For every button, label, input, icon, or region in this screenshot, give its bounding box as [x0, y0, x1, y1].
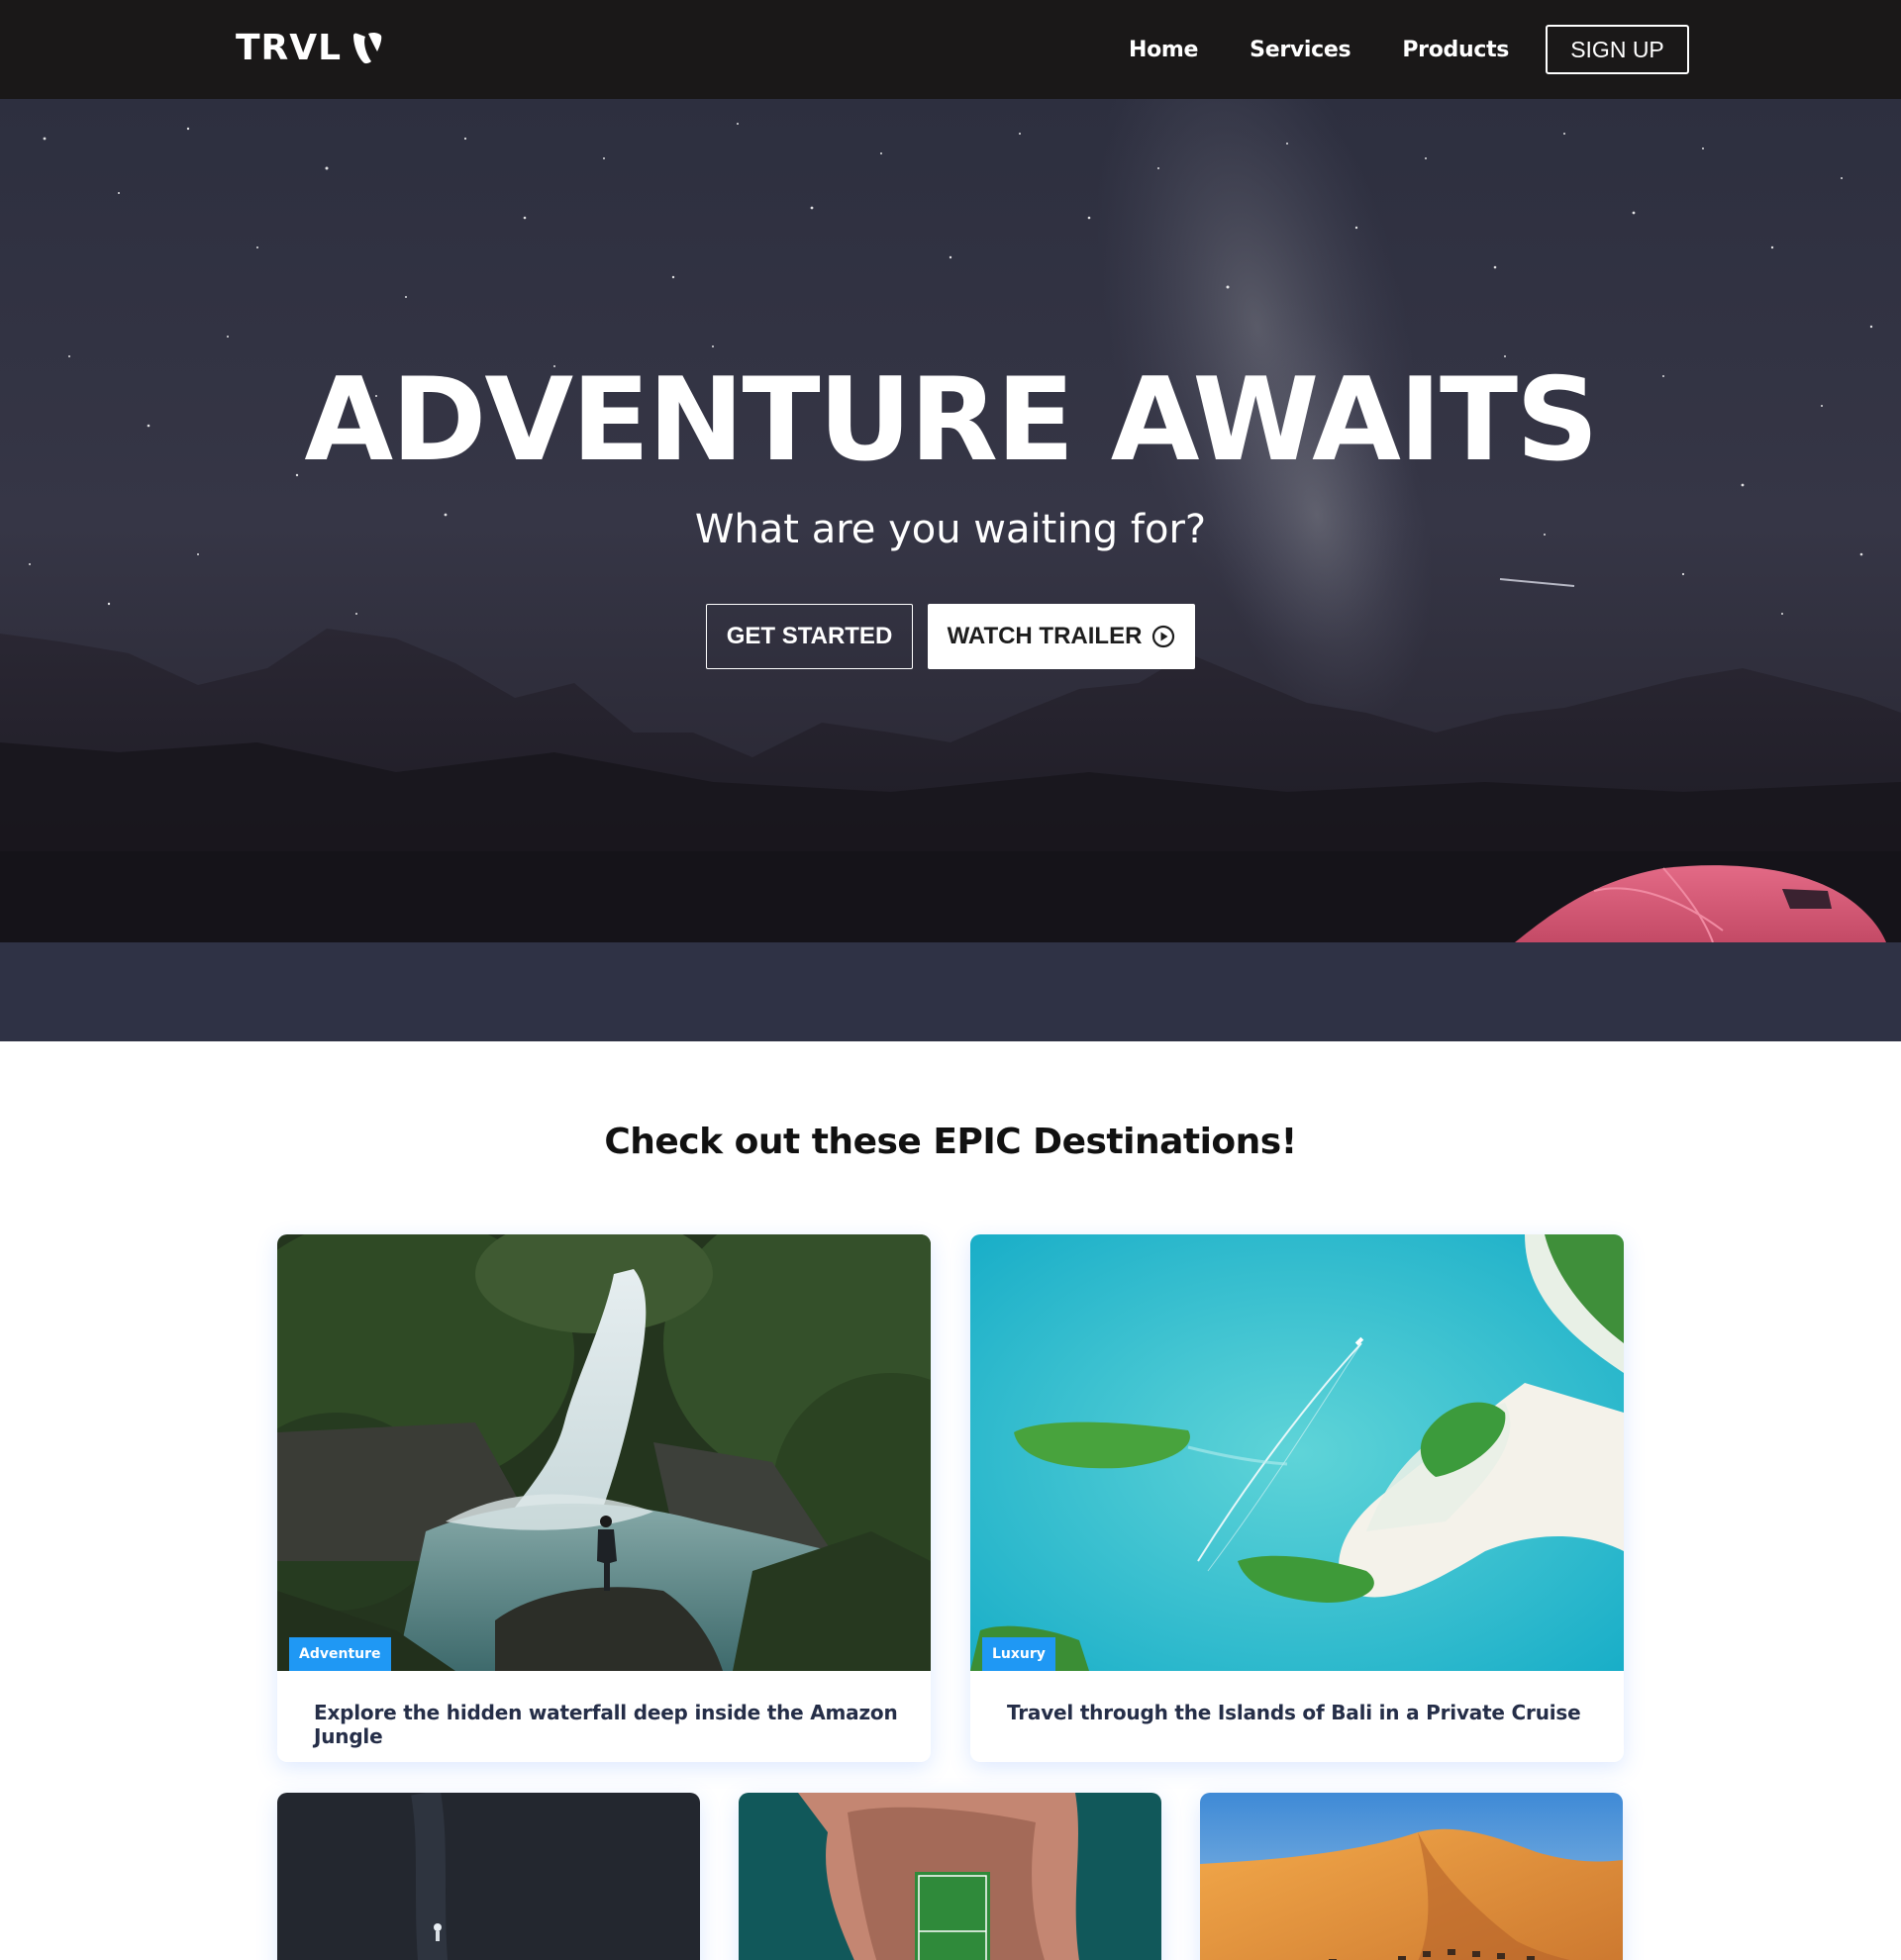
card-image-sea [277, 1793, 700, 1960]
hero-subtitle: What are you waiting for? [694, 507, 1207, 552]
nav-link-home[interactable]: Home [1129, 38, 1198, 62]
get-started-button[interactable]: GET STARTED [706, 604, 913, 669]
card-image-waterfall [277, 1234, 931, 1671]
card-image-stadium [739, 1793, 1161, 1960]
logo-text: TRVL [236, 28, 343, 68]
destination-card-desert[interactable] [1200, 1793, 1623, 1960]
destination-card-stadium[interactable] [739, 1793, 1161, 1960]
navbar: TRVL Home Services Products SIGN UP [0, 0, 1901, 99]
sign-up-button[interactable]: SIGN UP [1546, 25, 1689, 74]
destination-card-waterfall[interactable]: Adventure Explore the hidden waterfall d… [277, 1234, 931, 1762]
card-description: Explore the hidden waterfall deep inside… [314, 1701, 898, 1748]
logo[interactable]: TRVL [236, 28, 383, 68]
destination-card-islands[interactable]: Luxury Travel through the Islands of Bal… [970, 1234, 1624, 1762]
card-image-islands [970, 1234, 1624, 1671]
card-image-desert [1200, 1793, 1623, 1960]
nav-link-services[interactable]: Services [1250, 38, 1351, 62]
nav-link-products[interactable]: Products [1402, 38, 1509, 62]
card-category-badge: Adventure [289, 1637, 391, 1671]
destinations-heading: Check out these EPIC Destinations! [604, 1122, 1297, 1162]
destination-card-sea[interactable] [277, 1793, 700, 1960]
hero-section: ADVENTURE AWAITS What are you waiting fo… [0, 99, 1901, 1041]
play-circle-icon [1151, 625, 1175, 648]
watch-trailer-label: WATCH TRAILER [947, 623, 1143, 649]
hero-buttons: GET STARTED WATCH TRAILER [0, 604, 1901, 669]
nav-links: Home Services Products [1129, 0, 1560, 99]
card-description: Travel through the Islands of Bali in a … [1007, 1701, 1581, 1724]
typo3-icon [351, 32, 383, 65]
hero-content: ADVENTURE AWAITS What are you waiting fo… [0, 99, 1901, 1041]
watch-trailer-button[interactable]: WATCH TRAILER [928, 604, 1195, 669]
card-category-badge: Luxury [982, 1637, 1055, 1671]
hero-title: ADVENTURE AWAITS [304, 353, 1598, 487]
get-started-label: GET STARTED [726, 623, 893, 649]
